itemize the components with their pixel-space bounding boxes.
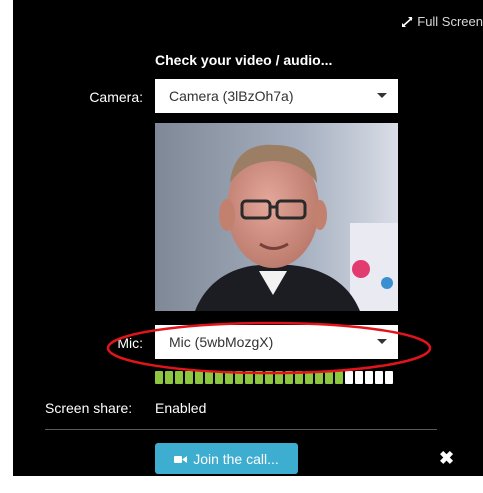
chevron-down-icon xyxy=(377,93,387,98)
chevron-down-icon xyxy=(377,339,387,344)
mic-level-bar xyxy=(265,371,273,384)
mic-level-bar xyxy=(325,371,333,384)
join-call-button[interactable]: Join the call... xyxy=(155,443,298,474)
mic-label: Mic: xyxy=(117,335,143,351)
mic-select-value: Mic (5wbMozgX) xyxy=(169,334,274,350)
video-camera-icon xyxy=(174,451,188,467)
mic-level-bar xyxy=(295,371,303,384)
mic-level-bar xyxy=(355,371,363,384)
page-title: Check your video / audio... xyxy=(155,52,333,68)
fullscreen-button[interactable]: Full Screen xyxy=(401,14,483,29)
camera-select-value: Camera (3lBzOh7a) xyxy=(169,88,294,104)
person-photo-icon xyxy=(155,123,398,311)
mic-level-bar xyxy=(255,371,263,384)
screen-share-label: Screen share: xyxy=(45,400,133,416)
mic-select[interactable]: Mic (5wbMozgX) xyxy=(155,325,398,359)
mic-level-bar xyxy=(285,371,293,384)
mic-level-bar xyxy=(165,371,173,384)
mic-level-bar xyxy=(385,371,393,384)
fullscreen-label: Full Screen xyxy=(417,14,483,29)
mic-level-bar xyxy=(305,371,313,384)
mic-level-bar xyxy=(155,371,163,384)
video-audio-check-panel: Full Screen Check your video / audio... … xyxy=(13,0,483,476)
mic-level-bar xyxy=(315,371,323,384)
mic-level-bar xyxy=(275,371,283,384)
mic-level-bar xyxy=(225,371,233,384)
mic-level-bar xyxy=(215,371,223,384)
mic-level-bar xyxy=(245,371,253,384)
mic-level-bar xyxy=(335,371,343,384)
mic-level-bar xyxy=(345,371,353,384)
mic-level-bar xyxy=(235,371,243,384)
mic-level-bar xyxy=(175,371,183,384)
expand-arrows-icon xyxy=(401,16,414,28)
mic-level-meter xyxy=(155,371,393,384)
mic-level-bar xyxy=(375,371,383,384)
screen-share-status: Enabled xyxy=(155,400,207,416)
close-icon[interactable]: ✖ xyxy=(439,449,454,467)
camera-select[interactable]: Camera (3lBzOh7a) xyxy=(155,79,398,113)
mic-level-bar xyxy=(195,371,203,384)
divider xyxy=(45,429,437,430)
mic-level-bar xyxy=(185,371,193,384)
camera-label: Camera: xyxy=(89,89,143,105)
mic-level-bar xyxy=(205,371,213,384)
join-call-label: Join the call... xyxy=(193,450,279,467)
camera-preview xyxy=(155,123,398,311)
mic-level-bar xyxy=(365,371,373,384)
